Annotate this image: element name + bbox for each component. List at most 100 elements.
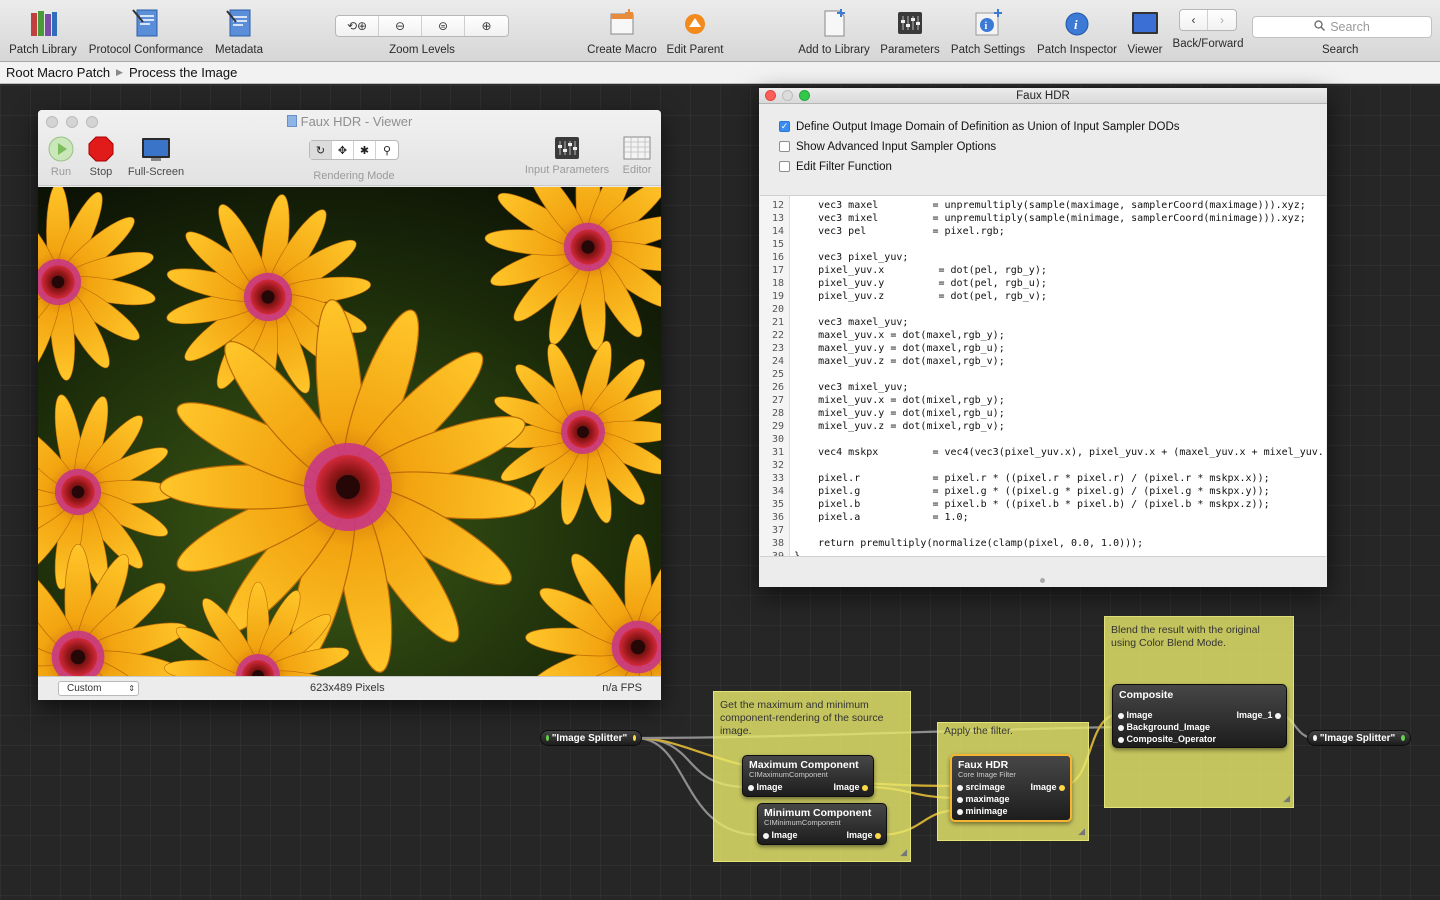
code-text: pixel.r = pixel.r * ((pixel.r * pixel.r)… <box>794 473 1270 484</box>
patch-image-splitter-in[interactable]: "Image Splitter" <box>540 730 642 746</box>
input-port-image[interactable]: Image <box>763 830 798 840</box>
resize-grip-icon[interactable]: ◢ <box>1283 792 1290 805</box>
run-label: Run <box>50 166 72 178</box>
line-number: 39 <box>771 551 784 557</box>
line-number: 12 <box>771 200 784 211</box>
option-union-dod[interactable]: ✓ Define Output Image Domain of Definiti… <box>779 120 1327 133</box>
input-port-dot[interactable] <box>546 735 549 741</box>
resize-grip-icon[interactable]: ◢ <box>900 846 907 859</box>
output-port-dot[interactable] <box>633 735 636 741</box>
faux-hdr-inspector-window: Faux HDR ✓ Define Output Image Domain of… <box>759 88 1327 587</box>
move-icon[interactable]: ✥ <box>332 141 354 159</box>
option-label: Define Output Image Domain of Definition… <box>796 120 1180 133</box>
line-number: 18 <box>771 278 784 289</box>
patch-minimum-component[interactable]: Minimum Component CIMinimumComponent Ima… <box>757 803 887 845</box>
patch-title: "Image Splitter" <box>1319 732 1396 744</box>
resize-handle-icon[interactable] <box>1040 578 1045 583</box>
line-number: 21 <box>771 317 784 328</box>
bug-icon[interactable]: ✱ <box>354 141 376 159</box>
code-text: pixel.b = pixel.b * ((pixel.b * pixel.b)… <box>794 499 1270 510</box>
line-number: 22 <box>771 330 784 341</box>
code-text: vec3 mixel = unpremultiply(sample(minima… <box>794 213 1306 224</box>
grid-icon <box>623 136 651 160</box>
code-text: vec3 pixel_yuv; <box>794 252 909 263</box>
output-port-image1[interactable]: Image_1 <box>1236 710 1281 720</box>
note-text: Blend the result with the original using… <box>1111 624 1260 649</box>
note-text: Apply the filter. <box>944 725 1013 737</box>
rendering-mode-control: ↻ ✥ ✱ ⚲ <box>309 140 399 160</box>
code-text: vec3 pel = pixel.rgb; <box>794 226 1005 237</box>
line-number: 13 <box>771 213 784 224</box>
code-text: pixel_yuv.x = dot(pel, rgb_y); <box>794 265 1047 276</box>
output-port-dot[interactable] <box>1401 735 1405 741</box>
code-text: maxel_yuv.z = dot(maxel,rgb_v); <box>794 356 1005 367</box>
note-text: Get the maximum and minimum component-re… <box>720 699 884 737</box>
input-port-image[interactable]: Image <box>748 782 783 792</box>
code-text: pixel.a = 1.0; <box>794 512 969 523</box>
input-port-composite-operator[interactable]: Composite_Operator <box>1118 734 1216 744</box>
inspector-title: Faux HDR <box>1016 90 1070 102</box>
output-port-image[interactable]: Image <box>846 830 881 840</box>
checkbox-icon[interactable] <box>779 141 790 152</box>
code-text: mixel_yuv.x = dot(mixel,rgb_y); <box>794 395 1005 406</box>
input-port-dot[interactable] <box>1313 735 1317 741</box>
output-port-image[interactable]: Image <box>1030 782 1065 792</box>
input-port-maximage[interactable]: maximage <box>957 794 1010 804</box>
line-number: 36 <box>771 512 784 523</box>
minimize-icon[interactable] <box>782 90 793 101</box>
fullscreen-button[interactable]: Full-Screen <box>126 136 186 178</box>
patch-title: Composite <box>1119 689 1174 701</box>
checkbox-icon[interactable] <box>779 161 790 172</box>
run-button[interactable]: Run <box>46 136 76 178</box>
checkbox-checked-icon[interactable]: ✓ <box>779 121 790 132</box>
input-parameters-label: Input Parameters <box>524 164 610 176</box>
image-dimensions: 623x489 Pixels <box>310 682 385 694</box>
input-port-minimage[interactable]: minimage <box>957 806 1008 816</box>
line-number: 20 <box>771 304 784 315</box>
input-parameters-button[interactable]: Input Parameters <box>520 136 614 176</box>
patch-title: Maximum Component <box>749 759 859 771</box>
input-port-image[interactable]: Image <box>1118 710 1153 720</box>
line-number: 27 <box>771 395 784 406</box>
code-text: mixel_yuv.z = dot(mixel,rgb_v); <box>794 421 1005 432</box>
patch-title: "Image Splitter" <box>551 732 628 744</box>
size-preset-select[interactable]: Custom ⇕ <box>58 681 139 696</box>
resize-grip-icon[interactable]: ◢ <box>1078 825 1085 838</box>
rotate-icon[interactable]: ↻ <box>310 141 332 159</box>
editor-button[interactable]: Editor <box>618 136 656 176</box>
line-number: 37 <box>771 525 784 536</box>
patch-faux-hdr[interactable]: Faux HDR Core Image Filter srcimage Imag… <box>950 754 1072 822</box>
input-port-background-image[interactable]: Background_Image <box>1118 722 1210 732</box>
option-edit-filter[interactable]: Edit Filter Function <box>779 160 1327 173</box>
input-port-srcimage[interactable]: srcimage <box>957 782 1005 792</box>
inspector-titlebar: Faux HDR <box>759 88 1327 104</box>
zoom-icon[interactable] <box>799 90 810 101</box>
flower-photo <box>38 187 661 676</box>
line-number: 25 <box>771 369 784 380</box>
line-number: 23 <box>771 343 784 354</box>
line-number: 30 <box>771 434 784 445</box>
magnifier-icon[interactable]: ⚲ <box>376 141 398 159</box>
sliders-icon <box>555 137 579 159</box>
rendering-mode-label: Rendering Mode <box>313 170 395 182</box>
size-preset-value: Custom <box>67 683 102 694</box>
viewer-titlebar: Faux HDR - Viewer Run Stop Full-Screen ↻… <box>38 110 661 186</box>
line-number: 31 <box>771 447 784 458</box>
filter-options: ✓ Define Output Image Domain of Definiti… <box>759 104 1327 195</box>
option-advanced-sampler[interactable]: Show Advanced Input Sampler Options <box>779 140 1327 153</box>
patch-title: Faux HDR <box>958 759 1009 771</box>
patch-composite[interactable]: Composite Image Image_1 Background_Image… <box>1112 684 1287 748</box>
patch-maximum-component[interactable]: Maximum Component CIMaximumComponent Ima… <box>742 755 874 797</box>
patch-image-splitter-out[interactable]: "Image Splitter" <box>1307 730 1411 746</box>
output-port-image[interactable]: Image <box>833 782 868 792</box>
stop-button[interactable]: Stop <box>86 136 116 178</box>
line-number: 35 <box>771 499 784 510</box>
code-text: maxel_yuv.y = dot(maxel,rgb_u); <box>794 343 1005 354</box>
viewer-statusbar: Custom ⇕ 623x489 Pixels n/a FPS <box>38 676 661 700</box>
code-editor[interactable]: 12 vec3 maxel = unpremultiply(sample(max… <box>760 195 1326 557</box>
line-number: 17 <box>771 265 784 276</box>
viewer-rendered-image[interactable] <box>38 187 661 676</box>
document-icon <box>286 115 297 127</box>
code-text: vec3 mixel_yuv; <box>794 382 909 393</box>
close-icon[interactable] <box>765 90 776 101</box>
